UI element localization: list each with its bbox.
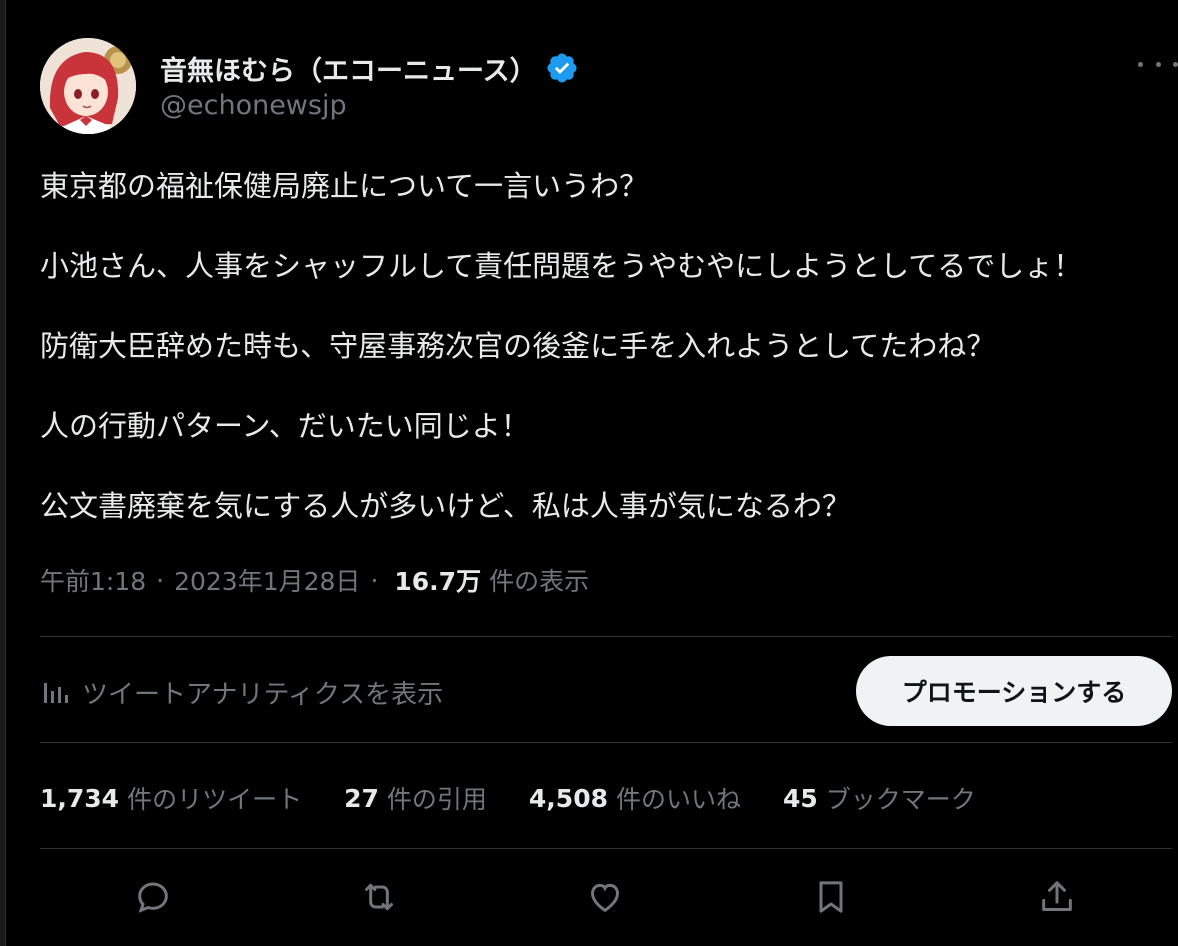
like-icon[interactable]: [582, 874, 628, 920]
bookmark-icon[interactable]: [808, 874, 854, 920]
tweet-paragraph: 東京都の福祉保健局廃止について一言いうわ？: [40, 169, 649, 203]
bookmarks-count: 45: [783, 783, 818, 813]
tweet-detail-view: 音無ほむら（エコーニュース） @echonewsjp 東京都の福祉保健局廃止につ…: [0, 0, 1178, 946]
retweets-count: 1,734: [40, 783, 120, 813]
tweet-actions: [40, 866, 1172, 928]
reply-icon[interactable]: [130, 874, 176, 920]
name-row: 音無ほむら（エコーニュース）: [160, 48, 579, 88]
avatar-illustration: [40, 38, 136, 134]
likes-count: 4,508: [528, 783, 608, 813]
tweet-time[interactable]: 午前1:18: [40, 562, 146, 598]
meta-separator: ·: [370, 565, 379, 595]
views-label: 件の表示: [489, 567, 590, 596]
tweet-analytics-link[interactable]: ツイートアナリティクスを表示: [40, 674, 443, 710]
likes-label: 件のいいね: [615, 785, 741, 814]
more-options-icon[interactable]: [1138, 52, 1178, 76]
retweet-icon[interactable]: [356, 874, 402, 920]
tweet-paragraph: 人の行動パターン、だいたい同じよ！: [40, 409, 530, 443]
user-handle[interactable]: @echonewsjp: [160, 90, 347, 121]
verified-badge-icon: [545, 51, 579, 85]
retweets-stat[interactable]: 1,734 件のリツイート: [40, 780, 302, 816]
tweet-header: 音無ほむら（エコーニュース） @echonewsjp: [40, 38, 1178, 134]
divider: [40, 742, 1172, 743]
tweet-content: 音無ほむら（エコーニュース） @echonewsjp 東京都の福祉保健局廃止につ…: [40, 0, 1178, 946]
quotes-stat[interactable]: 27 件の引用: [344, 780, 487, 816]
display-name[interactable]: 音無ほむら（エコーニュース）: [160, 49, 537, 88]
promote-button[interactable]: プロモーションする: [856, 656, 1172, 726]
tweet-paragraph: 小池さん、人事をシャッフルして責任問題をうやむやにしようとしてるでしょ！: [40, 249, 1083, 283]
tweet-paragraph: 公文書廃棄を気にする人が多いけど、私は人事が気になるわ？: [40, 489, 851, 523]
tweet-date[interactable]: 2023年1月28日: [174, 562, 360, 598]
likes-stat[interactable]: 4,508 件のいいね: [529, 780, 741, 816]
meta-separator: ·: [156, 565, 165, 595]
divider: [40, 636, 1172, 637]
bookmarks-stat[interactable]: 45 ブックマーク: [783, 780, 976, 816]
analytics-row: ツイートアナリティクスを表示 プロモーションする: [40, 656, 1172, 728]
analytics-bar-icon: [40, 677, 70, 707]
tweet-paragraph: 防衛大臣辞めた時も、守屋事務次官の後釜に手を入れようとしてたわね？: [40, 329, 996, 363]
views-count: 16.7万: [394, 567, 482, 596]
tweet-meta: 午前1:18 · 2023年1月28日 · 16.7万 件の表示: [40, 562, 589, 598]
divider: [40, 848, 1172, 849]
quotes-label: 件の引用: [386, 785, 487, 814]
retweets-label: 件のリツイート: [127, 785, 303, 814]
left-panel-edge: [0, 0, 6, 946]
share-icon[interactable]: [1034, 874, 1080, 920]
tweet-text: 東京都の福祉保健局廃止について一言いうわ？ 小池さん、人事をシャッフルして責任問…: [40, 164, 1172, 564]
bookmarks-label: ブックマーク: [825, 785, 976, 814]
engagement-stats: 1,734 件のリツイート 27 件の引用 4,508 件のいいね 45 ブック…: [40, 776, 1018, 820]
analytics-label: ツイートアナリティクスを表示: [82, 679, 444, 710]
avatar[interactable]: [40, 38, 136, 134]
quotes-count: 27: [344, 783, 379, 813]
